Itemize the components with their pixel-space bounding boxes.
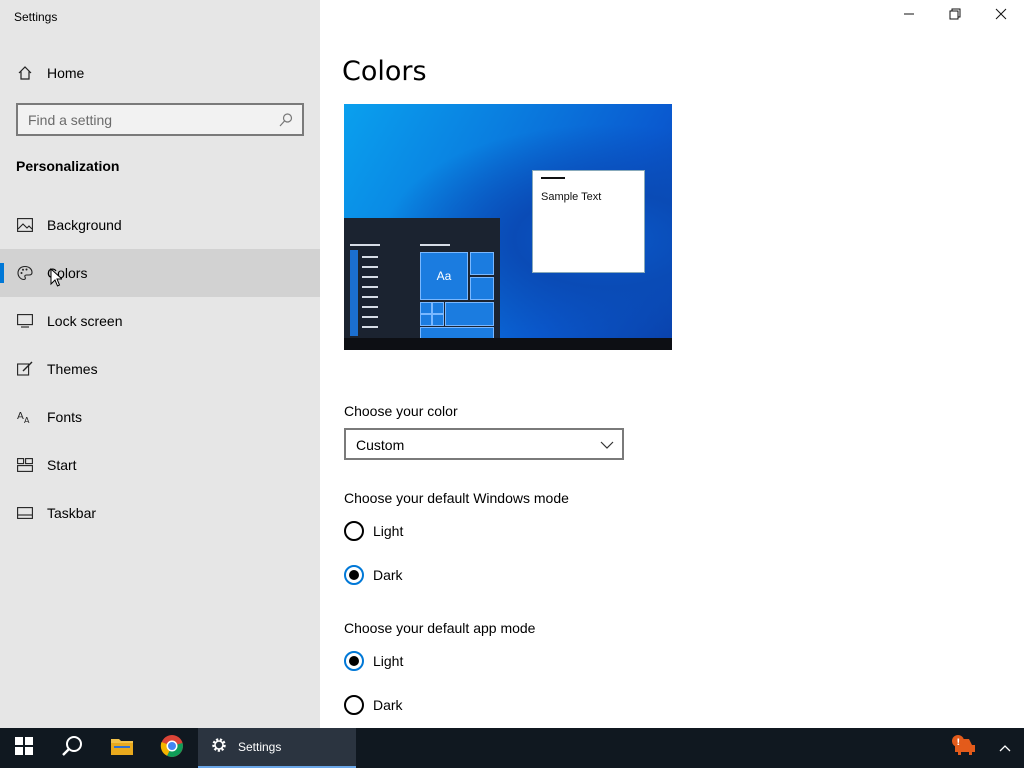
- sidebar-item-label: Lock screen: [47, 313, 123, 329]
- preview-sample-text: Sample Text: [541, 191, 602, 203]
- sidebar-item-background[interactable]: Background: [0, 201, 320, 249]
- sidebar-item-home[interactable]: Home: [0, 49, 320, 97]
- main-content: Colors Aa Sample Text Choose your color …: [320, 0, 1024, 728]
- radio-circle: [344, 695, 364, 715]
- taskbar-search-button[interactable]: [48, 728, 96, 768]
- search-icon[interactable]: [278, 112, 294, 128]
- taskbar-settings[interactable]: Settings: [198, 728, 356, 768]
- restore-button[interactable]: [932, 0, 978, 32]
- radio-circle: [344, 651, 364, 671]
- app-mode-light-radio[interactable]: Light: [344, 651, 544, 671]
- sidebar-item-label: Fonts: [47, 409, 83, 425]
- taskbar: Settings !: [0, 728, 1024, 768]
- font-icon: AA: [16, 408, 34, 426]
- start-button[interactable]: [0, 728, 48, 768]
- sidebar-item-label: Taskbar: [47, 505, 97, 521]
- radio-label: Light: [373, 653, 404, 669]
- sidebar-item-start[interactable]: Start: [0, 441, 320, 489]
- sidebar-item-themes[interactable]: Themes: [0, 345, 320, 393]
- preview-tile-aa: Aa: [420, 252, 468, 300]
- sidebar-item-label: Background: [47, 217, 122, 233]
- minimize-icon: [903, 7, 915, 25]
- mouse-cursor-icon: [50, 267, 64, 293]
- sidebar-item-colors[interactable]: Colors: [0, 249, 320, 297]
- close-button[interactable]: [978, 0, 1024, 32]
- chrome-icon: [160, 734, 184, 763]
- dropdown-value: Custom: [356, 437, 405, 453]
- windows-mode-label: Choose your default Windows mode: [344, 490, 569, 506]
- app-mode-dark-radio[interactable]: Dark: [344, 695, 544, 715]
- gear-icon: [210, 736, 228, 759]
- svg-text:A: A: [24, 416, 30, 425]
- search-input[interactable]: Find a setting: [16, 103, 304, 136]
- sidebar-item-label: Themes: [47, 361, 98, 377]
- section-title: Personalization: [16, 158, 120, 174]
- sidebar: Settings Home Find a setting Personaliza…: [0, 0, 320, 728]
- taskbar-chrome[interactable]: [148, 728, 196, 768]
- palette-icon: [16, 264, 34, 282]
- window-controls: [886, 0, 1024, 32]
- car-warning-icon: !: [951, 734, 977, 762]
- windows-logo-icon: [15, 736, 33, 760]
- radio-circle: [344, 521, 364, 541]
- chevron-up-icon: [999, 739, 1011, 757]
- sidebar-item-label: Start: [47, 457, 77, 473]
- app-title: Settings: [14, 10, 58, 24]
- restore-icon: [949, 7, 961, 25]
- home-icon: [16, 64, 34, 82]
- choose-color-dropdown[interactable]: Custom: [344, 428, 624, 460]
- svg-text:!: !: [956, 738, 960, 748]
- sidebar-item-taskbar[interactable]: Taskbar: [0, 489, 320, 537]
- chevron-down-icon: [600, 438, 614, 452]
- app-mode-label: Choose your default app mode: [344, 620, 536, 636]
- tray-expand-button[interactable]: [990, 728, 1020, 768]
- radio-circle: [344, 565, 364, 585]
- lock-screen-icon: [16, 312, 34, 330]
- radio-label: Light: [373, 523, 404, 539]
- svg-text:A: A: [17, 411, 24, 422]
- taskbar-settings-label: Settings: [238, 740, 282, 754]
- taskbar-file-explorer[interactable]: [98, 728, 146, 768]
- minimize-button[interactable]: [886, 0, 932, 32]
- start-tiles-icon: [16, 456, 34, 474]
- folder-icon: [110, 736, 134, 761]
- taskbar-icon: [16, 504, 34, 522]
- image-icon: [16, 216, 34, 234]
- preview-start-menu: Aa: [344, 218, 500, 342]
- brush-icon: [16, 360, 34, 378]
- search-placeholder: Find a setting: [28, 112, 113, 128]
- color-preview: Aa Sample Text: [344, 104, 672, 350]
- search-icon: [61, 735, 83, 762]
- page-title: Colors: [342, 56, 427, 87]
- windows-mode-light-radio[interactable]: Light: [344, 521, 544, 541]
- radio-label: Dark: [373, 697, 403, 713]
- sidebar-item-label: Home: [47, 65, 85, 81]
- radio-label: Dark: [373, 567, 403, 583]
- preview-start-column: [350, 250, 358, 336]
- sidebar-item-fonts[interactable]: AA Fonts: [0, 393, 320, 441]
- sidebar-item-lock-screen[interactable]: Lock screen: [0, 297, 320, 345]
- choose-color-label: Choose your color: [344, 403, 458, 419]
- windows-mode-dark-radio[interactable]: Dark: [344, 565, 544, 585]
- preview-sample-window: Sample Text: [532, 170, 645, 273]
- close-icon: [995, 7, 1007, 25]
- preview-taskbar: [344, 338, 672, 350]
- tray-warning-icon-button[interactable]: !: [944, 728, 984, 768]
